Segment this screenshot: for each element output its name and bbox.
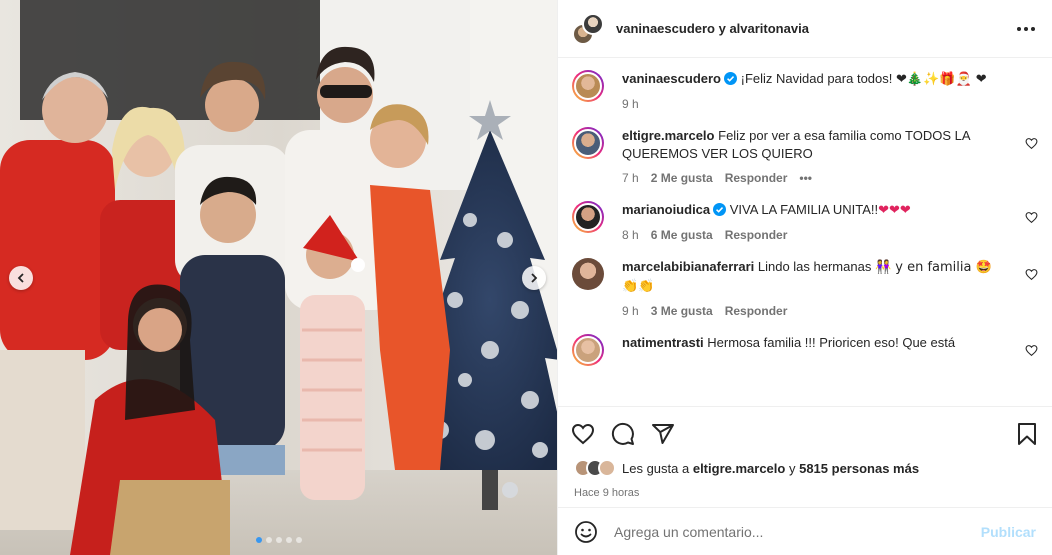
caption: vaninaescudero ¡Feliz Navidad para todos…	[572, 70, 1038, 111]
avatar-collab[interactable]	[572, 12, 604, 45]
comment-username[interactable]: natimentrasti	[622, 335, 704, 350]
post-comment-button[interactable]: Publicar	[981, 524, 1036, 540]
heart-icon[interactable]	[1025, 137, 1038, 150]
comment-more-button[interactable]: •••	[799, 171, 812, 185]
comment-likes[interactable]: 2 Me gusta	[651, 171, 713, 185]
reply-button[interactable]: Responder	[725, 171, 788, 185]
post-media[interactable]	[0, 0, 557, 555]
emoji-icon[interactable]	[574, 520, 598, 544]
heart-icon[interactable]	[1025, 268, 1038, 281]
avatar[interactable]	[572, 70, 604, 102]
carousel-dot	[275, 537, 282, 543]
comment-time[interactable]: 9 h	[622, 97, 639, 111]
avatar[interactable]	[572, 127, 604, 159]
liker-avatars[interactable]	[574, 459, 616, 477]
comment-button[interactable]	[610, 421, 636, 447]
comment-username[interactable]: marcelabibianaferrari	[622, 259, 754, 274]
comment-text: Lindo las hermanas	[757, 259, 872, 274]
comment-time[interactable]: 8 h	[622, 228, 639, 242]
verified-badge-icon	[724, 72, 737, 85]
comment-time[interactable]: 7 h	[622, 171, 639, 185]
comment-item: eltigre.marcelo Feliz por ver a esa fami…	[572, 127, 1038, 185]
comment-time[interactable]: 9 h	[622, 304, 639, 318]
comment-emoji: ❤🎄✨🎁🎅 ❤	[896, 72, 987, 87]
verified-badge-icon	[713, 203, 727, 216]
carousel-dot	[285, 537, 292, 543]
carousel-indicator	[0, 537, 557, 543]
carousel-dot	[255, 537, 262, 543]
comment-item: marcelabibianaferrari Lindo las hermanas…	[572, 258, 1038, 318]
carousel-prev-button[interactable]	[9, 266, 33, 290]
carousel-next-button[interactable]	[522, 266, 546, 290]
likes-others-link[interactable]: 5815 personas más	[799, 461, 919, 476]
post-timestamp[interactable]: Hace 9 horas	[570, 487, 1040, 499]
comment-bubble-icon	[611, 422, 634, 445]
post-side-panel: vaninaescudero y alvaritonavia vaninaesc…	[557, 0, 1052, 555]
post-dialog: vaninaescudero y alvaritonavia vaninaesc…	[0, 0, 1052, 555]
avatar[interactable]	[572, 334, 604, 366]
chevron-right-icon	[531, 273, 538, 283]
post-photo	[0, 0, 557, 555]
save-button[interactable]	[1014, 421, 1040, 447]
more-options-button[interactable]	[1014, 17, 1038, 41]
comment-username[interactable]: vaninaescudero	[622, 71, 721, 86]
like-button[interactable]	[570, 421, 596, 447]
comment-text: Hermosa familia !!! Prioricen eso! Que e…	[707, 335, 956, 350]
add-comment-bar: Publicar	[558, 507, 1052, 555]
avatar[interactable]	[572, 201, 604, 233]
share-button[interactable]	[650, 421, 676, 447]
paper-plane-icon	[652, 424, 674, 444]
likes-prefix: Les gusta a	[622, 460, 690, 476]
heart-icon	[571, 423, 595, 445]
reply-button[interactable]: Responder	[725, 304, 788, 318]
likes-summary: Les gusta a eltigre.marcelo y 5815 perso…	[570, 459, 1040, 477]
likes-user-link[interactable]: eltigre.marcelo	[693, 461, 786, 476]
comment-text: ¡Feliz Navidad para todos!	[740, 71, 893, 86]
heart-icon[interactable]	[1025, 344, 1038, 357]
comment-item: natimentrasti Hermosa familia !!! Priori…	[572, 334, 1038, 366]
comment-username[interactable]: marianoiudica	[622, 202, 710, 217]
heart-icon[interactable]	[1025, 211, 1038, 224]
comment-text: VIVA LA FAMILIA UNITA!!	[729, 202, 879, 217]
comment-input[interactable]	[614, 523, 981, 540]
comment-likes[interactable]: 6 Me gusta	[651, 228, 713, 242]
carousel-dot	[295, 537, 302, 543]
bookmark-icon	[1018, 423, 1036, 445]
comment-item: marianoiudica VIVA LA FAMILIA UNITA!!❤❤❤…	[572, 201, 1038, 242]
comments-list[interactable]: vaninaescudero ¡Feliz Navidad para todos…	[558, 58, 1052, 406]
likes-joiner: y	[788, 460, 796, 476]
chevron-left-icon	[17, 273, 24, 283]
post-header: vaninaescudero y alvaritonavia	[558, 0, 1052, 58]
comment-username[interactable]: eltigre.marcelo	[622, 128, 715, 143]
carousel-dot	[265, 537, 272, 543]
reply-button[interactable]: Responder	[725, 228, 788, 242]
more-horizontal-icon	[1017, 26, 1035, 31]
comment-emoji: ❤❤❤	[878, 203, 911, 218]
avatar[interactable]	[572, 258, 604, 290]
post-authors[interactable]: vaninaescudero y alvaritonavia	[616, 21, 809, 36]
comment-likes[interactable]: 3 Me gusta	[651, 304, 713, 318]
